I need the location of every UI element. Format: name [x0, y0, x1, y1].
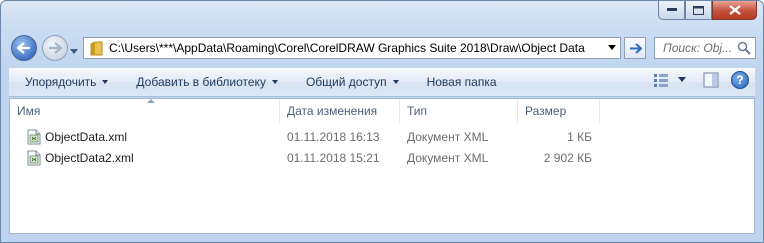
- add-to-library-label: Добавить в библиотеку: [136, 75, 266, 89]
- column-size-label: Размер: [525, 104, 567, 118]
- preview-pane-icon[interactable]: [703, 72, 719, 88]
- caption-buttons: [658, 1, 757, 20]
- column-header-type[interactable]: Тип: [400, 99, 518, 123]
- search-box[interactable]: [654, 37, 756, 59]
- share-menu[interactable]: Общий доступ: [300, 75, 405, 89]
- xml-file-icon: [27, 150, 41, 165]
- table-row[interactable]: ObjectData.xml 01.11.2018 16:13 Документ…: [10, 126, 754, 147]
- new-folder-label: Новая папка: [426, 75, 497, 89]
- column-header-name[interactable]: Имя: [10, 99, 280, 123]
- go-arrow-icon: [629, 42, 642, 54]
- column-type-label: Тип: [407, 104, 428, 118]
- organize-label: Упорядочить: [25, 75, 97, 89]
- toolbar-right: ?: [653, 71, 749, 89]
- address-path[interactable]: C:\Users\***\AppData\Roaming\Corel\Corel…: [109, 41, 604, 55]
- close-button[interactable]: [712, 1, 757, 20]
- folder-icon: [90, 41, 103, 55]
- sort-ascending-icon: [147, 99, 155, 103]
- maximize-icon: [693, 5, 704, 15]
- file-date: 01.11.2018 16:13: [287, 129, 380, 144]
- file-list-pane: Имя Дата изменения Тип Размер ObjectData…: [9, 98, 755, 234]
- explorer-window: C:\Users\***\AppData\Roaming\Corel\Corel…: [0, 0, 764, 243]
- organize-menu[interactable]: Упорядочить: [19, 75, 114, 89]
- recent-pages-dropdown[interactable]: [70, 44, 78, 58]
- column-header-size[interactable]: Размер: [518, 99, 600, 123]
- chevron-down-icon: [392, 80, 399, 84]
- file-size: 1 КБ: [567, 129, 592, 144]
- file-name: ObjectData.xml: [45, 129, 128, 144]
- minimize-icon: [666, 8, 677, 11]
- file-name: ObjectData2.xml: [45, 150, 134, 165]
- search-icon[interactable]: [737, 41, 751, 55]
- file-rows: ObjectData.xml 01.11.2018 16:13 Документ…: [10, 126, 754, 168]
- file-date: 01.11.2018 15:21: [287, 150, 380, 165]
- file-size: 2 902 КБ: [543, 150, 592, 165]
- new-folder-button[interactable]: Новая папка: [421, 75, 503, 89]
- chevron-down-icon[interactable]: [677, 77, 687, 83]
- file-type: Документ XML: [407, 129, 489, 144]
- command-bar: Упорядочить Добавить в библиотеку Общий …: [9, 67, 755, 97]
- column-header-date[interactable]: Дата изменения: [280, 99, 400, 123]
- search-input[interactable]: [663, 41, 733, 55]
- view-options-icon[interactable]: [653, 72, 669, 88]
- close-icon: [728, 5, 741, 15]
- share-label: Общий доступ: [305, 75, 387, 89]
- go-button[interactable]: [624, 37, 646, 59]
- help-button[interactable]: ?: [731, 71, 749, 89]
- file-name-cell[interactable]: ObjectData2.xml: [10, 150, 280, 166]
- chevron-down-icon: [608, 45, 616, 50]
- maximize-button[interactable]: [685, 1, 712, 20]
- file-type: Документ XML: [407, 150, 489, 165]
- minimize-button[interactable]: [658, 1, 685, 20]
- chevron-down-icon: [70, 49, 78, 54]
- forward-button[interactable]: [42, 35, 68, 61]
- chevron-down-icon: [102, 80, 109, 84]
- column-date-label: Дата изменения: [287, 104, 378, 118]
- forward-arrow-icon: [49, 42, 62, 54]
- column-name-label: Имя: [17, 104, 41, 118]
- back-arrow-icon: [17, 42, 30, 54]
- file-name-cell[interactable]: ObjectData.xml: [10, 129, 280, 145]
- add-to-library-menu[interactable]: Добавить в библиотеку: [130, 75, 284, 89]
- address-bar[interactable]: C:\Users\***\AppData\Roaming\Corel\Corel…: [83, 37, 621, 59]
- xml-file-icon: [27, 129, 41, 144]
- column-headers: Имя Дата изменения Тип Размер: [10, 99, 754, 123]
- back-button[interactable]: [11, 35, 37, 61]
- chevron-down-icon: [271, 80, 278, 84]
- table-row[interactable]: ObjectData2.xml 01.11.2018 15:21 Докумен…: [10, 147, 754, 168]
- address-dropdown[interactable]: [604, 45, 620, 51]
- navigation-bar: C:\Users\***\AppData\Roaming\Corel\Corel…: [9, 35, 756, 61]
